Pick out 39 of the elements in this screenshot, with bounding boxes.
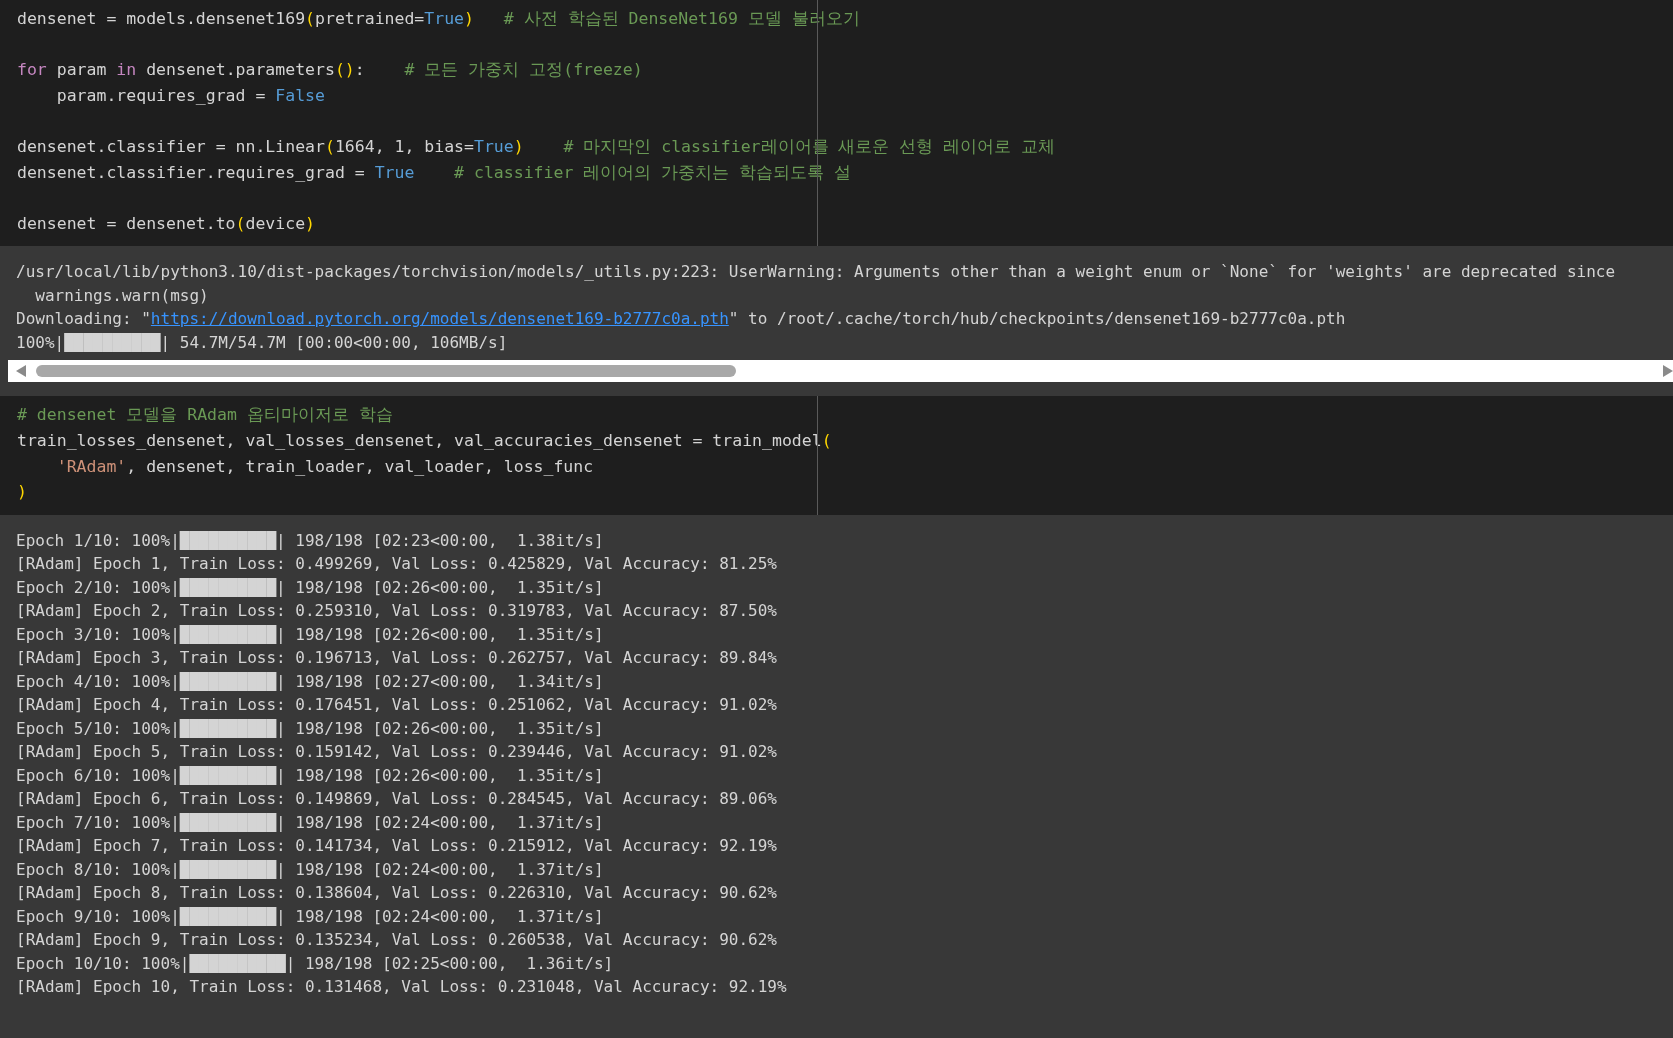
output-line: [RAdam] Epoch 5, Train Loss: 0.159142, Val Loss: 0.239446, Val Accuracy: 91.02% bbox=[16, 741, 777, 764]
output-line: [RAdam] Epoch 9, Train Loss: 0.135234, Val Loss: 0.260538, Val Accuracy: 90.62% bbox=[16, 929, 777, 952]
output-line: [RAdam] Epoch 7, Train Loss: 0.141734, Val Loss: 0.215912, Val Accuracy: 92.19% bbox=[16, 835, 777, 858]
output-line: [RAdam] Epoch 3, Train Loss: 0.196713, Val Loss: 0.262757, Val Accuracy: 89.84% bbox=[16, 647, 777, 670]
output-line: Epoch 2/10: 100%|██████████| 198/198 [02:26<00:00, 1.35it/s] bbox=[16, 576, 604, 599]
right-arrow-icon[interactable] bbox=[1663, 365, 1673, 378]
output-line: Epoch 8/10: 100%|██████████| 198/198 [02:24<00:00, 1.37it/s] bbox=[16, 858, 604, 881]
output-line: [RAdam] Epoch 2, Train Loss: 0.259310, Val Loss: 0.319783, Val Accuracy: 87.50% bbox=[16, 600, 777, 623]
output-line: Downloading: "https://download.pytorch.org/models/densenet169-b2777c0a.pth" to /root/.cache/torch/hub/checkpoints/densenet169-b2777c0a.pth bbox=[16, 308, 1346, 331]
code-line: densenet.classifier = nn.Linear(1664, 1, bias=True) # 마지막인 classifier레이어를 새로운 선형 레이어로 교체 bbox=[17, 135, 1056, 158]
horizontal-scrollbar[interactable] bbox=[8, 360, 1673, 383]
code-line: densenet.classifier.requires_grad = True # classifier 레이어의 가중치는 학습되도록 설 bbox=[17, 161, 852, 184]
output-line: Epoch 1/10: 100%|██████████| 198/198 [02:23<00:00, 1.38it/s] bbox=[16, 529, 604, 552]
code-line: train_losses_densenet, val_losses_densenet, val_accuracies_densenet = train_model( bbox=[17, 429, 832, 452]
output-line: [RAdam] Epoch 10, Train Loss: 0.131468, Val Loss: 0.231048, Val Accuracy: 92.19% bbox=[16, 976, 787, 999]
code-line: ) bbox=[17, 481, 27, 504]
output-line: [RAdam] Epoch 8, Train Loss: 0.138604, Val Loss: 0.226310, Val Accuracy: 90.62% bbox=[16, 882, 777, 905]
output-line: /usr/local/lib/python3.10/dist-packages/torchvision/models/_utils.py:223: UserWarning: Arguments other than a weight enum or `None` for 'weights' are deprecated since bbox=[16, 261, 1616, 284]
output-line: Epoch 9/10: 100%|██████████| 198/198 [02:24<00:00, 1.37it/s] bbox=[16, 905, 604, 928]
output-line: warnings.warn(msg) bbox=[34, 284, 209, 307]
code-line: for param in densenet.parameters(): # 모든 가중치 고정(freeze) bbox=[17, 59, 643, 82]
output-line: 100%|██████████| 54.7M/54.7M [00:00<00:00, 106MB/s] bbox=[16, 331, 508, 354]
output-line: Epoch 4/10: 100%|██████████| 198/198 [02:27<00:00, 1.34it/s] bbox=[16, 670, 604, 693]
output-line: Epoch 5/10: 100%|██████████| 198/198 [02:26<00:00, 1.35it/s] bbox=[16, 717, 604, 740]
output-line: Epoch 10/10: 100%|██████████| 198/198 [02:25<00:00, 1.36it/s] bbox=[16, 952, 614, 975]
scrollbar-thumb[interactable] bbox=[36, 365, 736, 378]
output-line: [RAdam] Epoch 6, Train Loss: 0.149869, Val Loss: 0.284545, Val Accuracy: 89.06% bbox=[16, 788, 777, 811]
output-line: [RAdam] Epoch 1, Train Loss: 0.499269, Val Loss: 0.425829, Val Accuracy: 81.25% bbox=[16, 553, 777, 576]
code-line: densenet = models.densenet169(pretrained=True) # 사전 학습된 DenseNet169 모델 불러오기 bbox=[17, 8, 860, 30]
code-line: 'RAdam', densenet, train_loader, val_loader, loss_func bbox=[55, 455, 594, 478]
code-line: densenet = densenet.to(device) bbox=[17, 212, 316, 235]
link[interactable]: https://download.pytorch.org/models/densenet169-b2777c0a.pth bbox=[150, 309, 729, 329]
left-arrow-icon[interactable] bbox=[16, 365, 26, 378]
code-line: # densenet 모델을 RAdam 옵티마이저로 학습 bbox=[17, 404, 393, 427]
output-line: Epoch 6/10: 100%|██████████| 198/198 [02:26<00:00, 1.35it/s] bbox=[16, 764, 604, 787]
code-line: param.requires_grad = False bbox=[55, 84, 325, 107]
output-line: Epoch 3/10: 100%|██████████| 198/198 [02:26<00:00, 1.35it/s] bbox=[16, 623, 604, 646]
output-line: [RAdam] Epoch 4, Train Loss: 0.176451, Val Loss: 0.251062, Val Accuracy: 91.02% bbox=[16, 694, 777, 717]
output-line: Epoch 7/10: 100%|██████████| 198/198 [02:24<00:00, 1.37it/s] bbox=[16, 811, 604, 834]
